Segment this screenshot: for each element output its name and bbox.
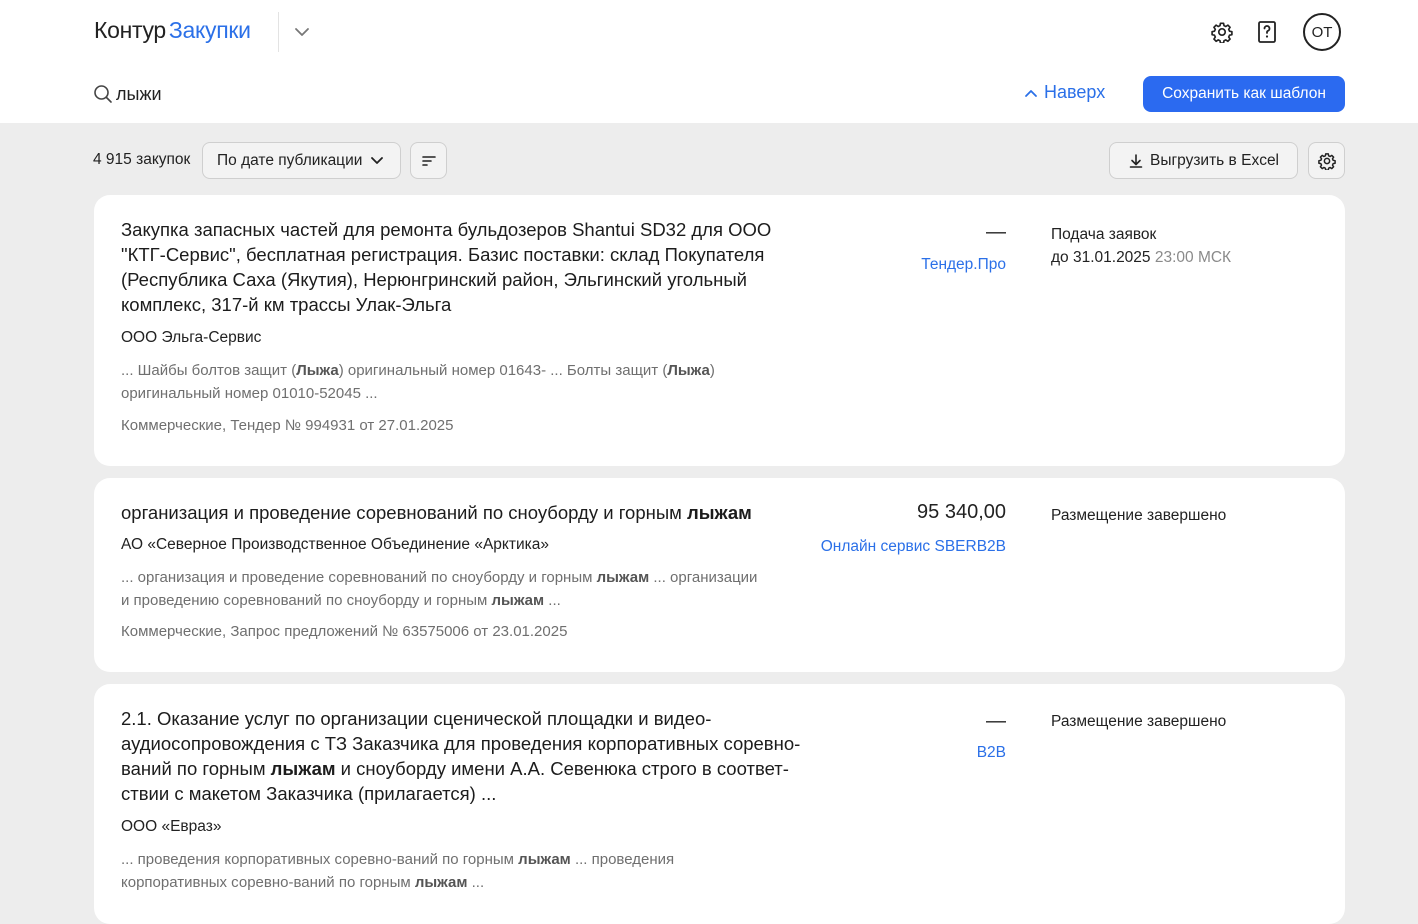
export-excel-button[interactable]: Выгрузить в Excel (1109, 142, 1298, 179)
sort-select[interactable]: По дате публикации (202, 142, 401, 179)
purchase-meta: Коммерческие, Запрос предложений № 63575… (121, 623, 568, 640)
search-highlight: лыжам (596, 569, 650, 586)
purchase-status: Размещение завершено (1051, 504, 1226, 527)
purchase-title[interactable]: организация и проведение соревнований по… (121, 500, 801, 525)
logo-brand: Контур (94, 17, 166, 43)
search-highlight: лыжам (518, 851, 571, 868)
scroll-to-top-link[interactable]: Наверх (1024, 82, 1105, 103)
list-settings-button[interactable] (1308, 142, 1345, 179)
sort-select-value: По дате публикации (217, 151, 363, 169)
purchase-platform-link[interactable]: Онлайн сервис SBERB2B (821, 538, 1006, 556)
chevron-down-icon (295, 28, 309, 36)
purchase-title[interactable]: 2.1. Оказание услуг по организации сцени… (121, 706, 801, 806)
purchase-price: 95 340,00 (917, 501, 1006, 523)
text-segment: организация и проведение соревнований по… (121, 502, 687, 523)
search-highlight: Лыжа (296, 362, 339, 379)
download-icon (1129, 153, 1143, 168)
chevron-up-icon (1025, 89, 1037, 97)
logo-divider (278, 12, 279, 52)
search-highlight: лыжам (270, 758, 336, 779)
search-input[interactable] (116, 80, 716, 108)
purchase-platform-link[interactable]: Тендер.Про (921, 256, 1006, 274)
text-segment: ... (467, 874, 485, 891)
logo-product: Закупки (168, 17, 251, 43)
export-excel-label: Выгрузить в Excel (1149, 151, 1280, 169)
purchase-title[interactable]: Закупка запасных частей для ремонта буль… (121, 217, 801, 317)
save-as-template-button[interactable]: Сохранить как шаблон (1143, 76, 1345, 112)
gear-icon (1211, 22, 1233, 43)
purchase-snippet: ... проведения корпоративных соревно-ван… (121, 848, 761, 894)
purchase-price: — (986, 710, 1006, 732)
purchase-customer: ООО Эльга-Сервис (121, 329, 262, 346)
purchase-card[interactable]: 2.1. Оказание услуг по организации сцени… (94, 684, 1345, 924)
purchase-status: Размещение завершено (1051, 710, 1226, 733)
text-segment: Закупка запасных частей для ремонта буль… (121, 219, 772, 315)
search-icon (94, 85, 112, 103)
sort-order-button[interactable] (410, 142, 447, 179)
purchase-snippet: ... организация и проведение соревновани… (121, 566, 761, 612)
text-segment: ... организация и проведение соревновани… (121, 569, 597, 586)
search-highlight: лыжам (414, 874, 468, 891)
search-highlight: лыжам (491, 592, 545, 609)
help-button[interactable] (1254, 19, 1280, 45)
purchase-card[interactable]: Закупка запасных частей для ремонта буль… (94, 195, 1345, 466)
scroll-to-top-label: Наверх (1044, 82, 1106, 102)
settings-button[interactable] (1209, 19, 1235, 45)
text-segment: ) оригинальный номер 01643- ... Болты за… (338, 362, 668, 379)
status-deadline: до 31.01.2025 23:00 МСК (1051, 246, 1231, 269)
status-deadline-time: 23:00 МСК (1154, 249, 1232, 266)
search-highlight: Лыжа (667, 362, 710, 379)
chevron-down-icon (371, 157, 384, 164)
status-label: Подача заявок (1051, 226, 1157, 243)
purchase-meta: Коммерческие, Тендер № 994931 от 27.01.2… (121, 417, 454, 434)
purchase-price: — (986, 221, 1006, 243)
text-segment: ... (544, 592, 561, 609)
purchase-snippet: ... Шайбы болтов защит (Лыжа) оригинальн… (121, 359, 761, 405)
purchase-customer: АО «Северное Производственное Объединени… (121, 536, 549, 553)
results-count: 4 915 закупок (93, 151, 191, 168)
purchase-customer: ООО «Евраз» (121, 818, 222, 835)
sort-lines-icon (421, 155, 436, 166)
user-avatar[interactable]: ОТ (1303, 13, 1341, 51)
purchase-status: Подача заявок до 31.01.2025 23:00 МСК (1051, 223, 1231, 269)
gear-icon (1317, 152, 1336, 170)
status-deadline-date: до 31.01.2025 (1051, 249, 1151, 266)
purchase-platform-link[interactable]: B2B (977, 744, 1006, 762)
search-highlight: лыжам (687, 502, 752, 523)
status-label: Размещение завершено (1051, 713, 1227, 730)
purchase-card[interactable]: организация и проведение соревнований по… (94, 478, 1345, 672)
help-book-icon (1258, 21, 1276, 43)
text-segment: ... Шайбы болтов защит ( (121, 362, 297, 379)
product-switcher-button[interactable] (290, 20, 314, 44)
text-segment: ... проведения корпоративных соревно-ван… (121, 851, 519, 868)
logo[interactable]: Контур Закупки (94, 17, 251, 44)
status-label: Размещение завершено (1051, 507, 1227, 524)
app-header: КонтурЗакупки ОТ Наверх Сохранить как ша… (0, 0, 1418, 123)
